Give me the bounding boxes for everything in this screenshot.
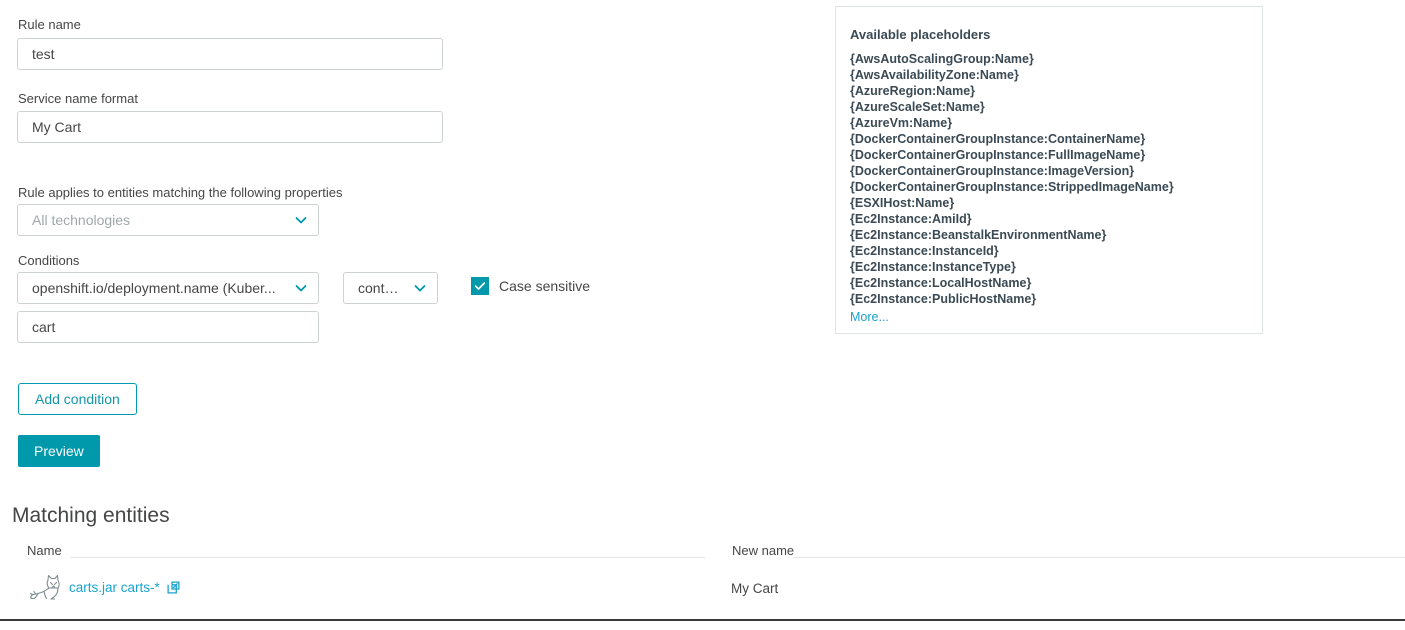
column-header-rule-left xyxy=(70,557,705,558)
chevron-down-icon xyxy=(294,281,308,295)
entity-name-cell: carts.jar carts-* xyxy=(69,580,180,595)
placeholder-item: {Ec2Instance:LocalHostName} xyxy=(850,276,1032,290)
placeholder-item: {DockerContainerGroupInstance:ImageVersi… xyxy=(850,164,1135,178)
condition-operator-select[interactable]: contains xyxy=(343,272,438,304)
placeholder-item: {Ec2Instance:PublicHostName} xyxy=(850,292,1037,306)
column-header-name: Name xyxy=(27,543,62,558)
preview-label: Preview xyxy=(34,443,84,459)
condition-value-text: cart xyxy=(32,319,56,335)
placeholders-title: Available placeholders xyxy=(850,27,991,42)
placeholder-item: {Ec2Instance:AmiId} xyxy=(850,212,972,226)
rule-name-label: Rule name xyxy=(18,17,81,32)
placeholder-item: {DockerContainerGroupInstance:ContainerN… xyxy=(850,132,1146,146)
add-condition-button[interactable]: Add condition xyxy=(18,383,137,415)
external-link-icon[interactable] xyxy=(167,581,180,594)
add-condition-label: Add condition xyxy=(35,391,120,407)
placeholder-item: {AwsAutoScalingGroup:Name} xyxy=(850,52,1034,66)
technologies-select[interactable]: All technologies xyxy=(17,204,319,236)
entity-link[interactable]: carts.jar carts-* xyxy=(69,580,160,595)
matching-entities-title: Matching entities xyxy=(12,504,170,527)
bottom-divider xyxy=(0,619,1405,621)
placeholder-item: {AwsAvailabilityZone:Name} xyxy=(850,68,1019,82)
placeholder-item: {Ec2Instance:BeanstalkEnvironmentName} xyxy=(850,228,1107,242)
placeholder-item: {AzureVm:Name} xyxy=(850,116,953,130)
checkbox-box[interactable] xyxy=(471,277,489,295)
placeholder-item: {ESXIHost:Name} xyxy=(850,196,955,210)
column-header-rule-right xyxy=(793,557,1405,558)
chevron-down-icon xyxy=(294,213,308,227)
technologies-select-value: All technologies xyxy=(32,212,131,228)
placeholder-item: {DockerContainerGroupInstance:FullImageN… xyxy=(850,148,1146,162)
condition-operator-value: contains xyxy=(358,280,405,296)
service-name-format-value: My Cart xyxy=(32,119,81,135)
preview-button[interactable]: Preview xyxy=(18,435,100,467)
placeholder-item: {DockerContainerGroupInstance:StrippedIm… xyxy=(850,180,1174,194)
placeholder-item: {Ec2Instance:InstanceType} xyxy=(850,260,1016,274)
conditions-label: Conditions xyxy=(18,253,80,268)
rule-name-value: test xyxy=(32,46,55,62)
tomcat-cat-icon xyxy=(28,574,62,602)
placeholders-list: {AwsAutoScalingGroup:Name} {AwsAvailabil… xyxy=(850,51,1240,307)
rule-name-input[interactable]: test xyxy=(17,38,443,70)
more-placeholders-link[interactable]: More... xyxy=(850,309,1240,325)
placeholder-item: {Ec2Instance:InstanceId} xyxy=(850,244,999,258)
column-header-new-name: New name xyxy=(732,543,795,558)
service-name-format-label: Service name format xyxy=(18,91,138,106)
condition-property-select[interactable]: openshift.io/deployment.name (Kuber... xyxy=(17,272,319,304)
entity-new-name: My Cart xyxy=(731,581,779,596)
condition-property-value: openshift.io/deployment.name (Kuber... xyxy=(32,280,276,296)
service-name-format-input[interactable]: My Cart xyxy=(17,111,443,143)
check-icon xyxy=(474,282,486,290)
condition-value-input[interactable]: cart xyxy=(17,311,319,343)
case-sensitive-label: Case sensitive xyxy=(499,278,591,294)
rule-applies-label: Rule applies to entities matching the fo… xyxy=(18,185,343,200)
case-sensitive-checkbox[interactable]: Case sensitive xyxy=(471,277,590,295)
chevron-down-icon xyxy=(413,281,427,295)
placeholder-item: {AzureRegion:Name} xyxy=(850,84,976,98)
available-placeholders-panel: Available placeholders {AwsAutoScalingGr… xyxy=(835,6,1263,334)
placeholder-item: {AzureScaleSet:Name} xyxy=(850,100,985,114)
